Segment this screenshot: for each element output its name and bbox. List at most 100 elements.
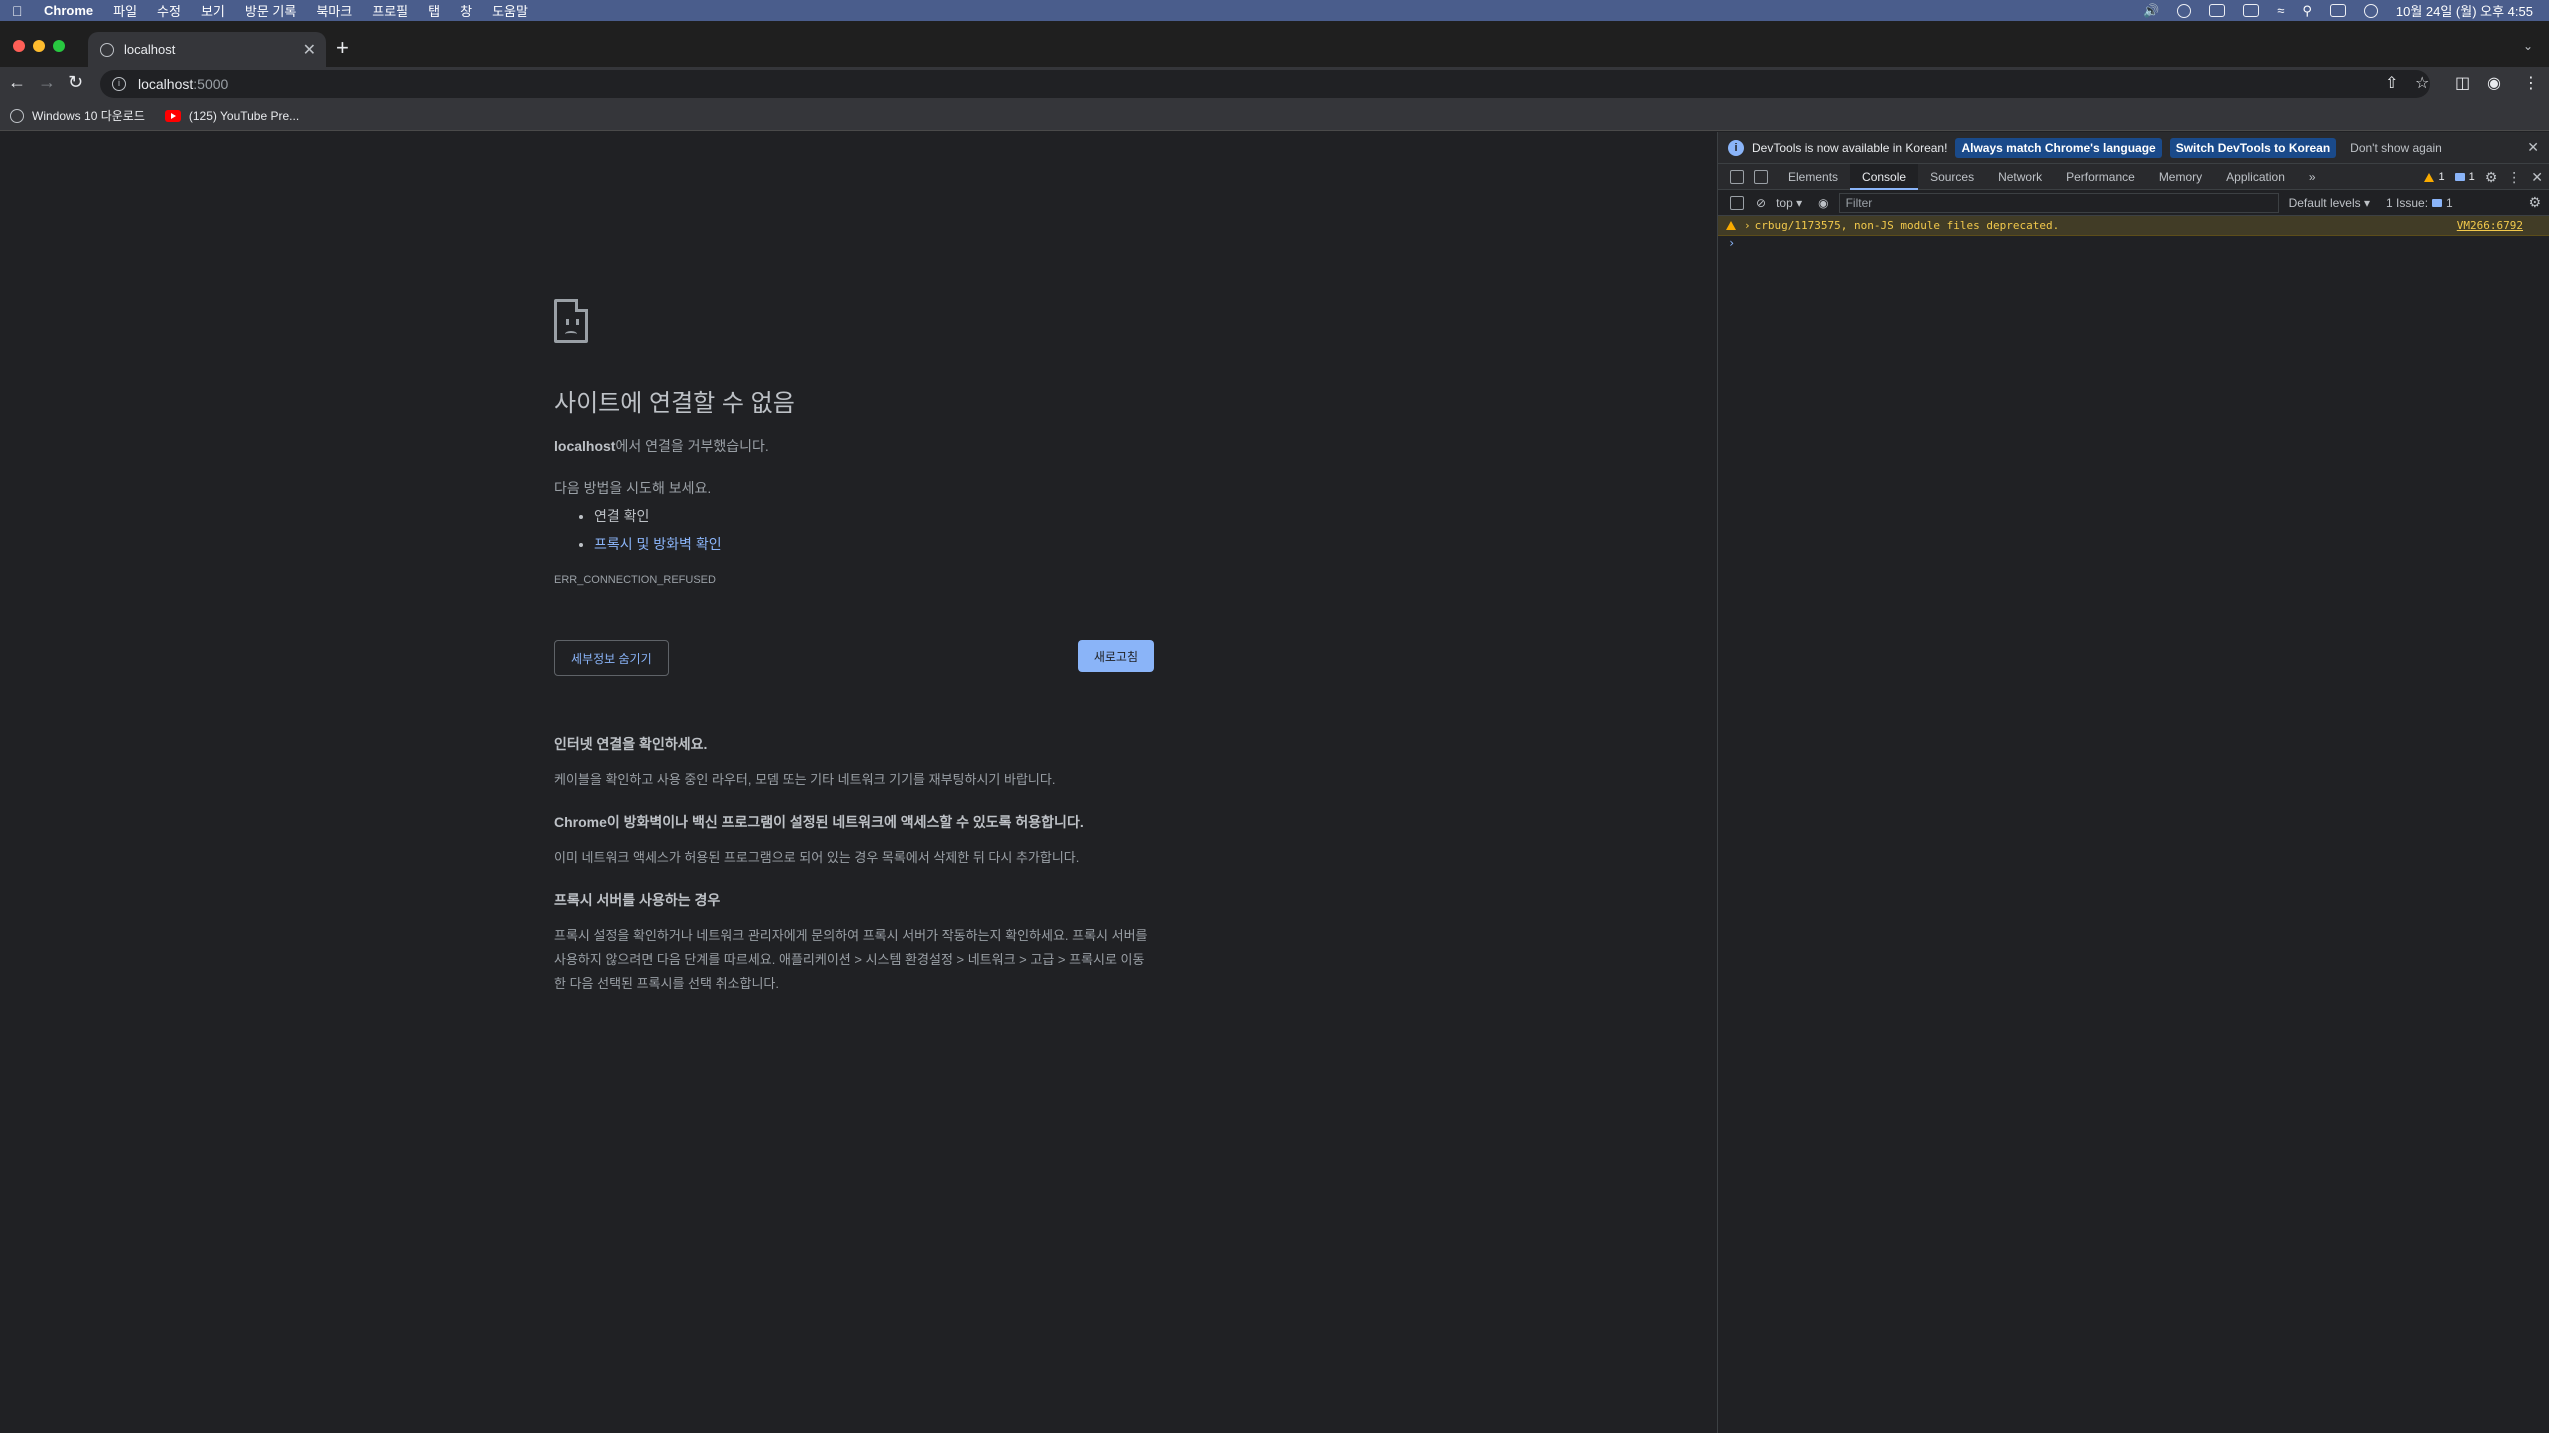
tab-sources[interactable]: Sources (1918, 164, 1986, 190)
menu-history[interactable]: 방문 기록 (245, 1, 296, 20)
suggestions-heading: 다음 방법을 시도해 보세요. (554, 480, 712, 496)
context-selector[interactable]: top ▾ (1776, 196, 1802, 210)
tab-search-chevron-icon[interactable]: ⌄ (2523, 39, 2533, 53)
inspect-element-icon[interactable] (1730, 169, 1744, 184)
match-language-button[interactable]: Always match Chrome's language (1955, 137, 2162, 158)
log-levels-dropdown[interactable]: Default levels ▾ (2289, 196, 2370, 210)
tab-close-icon[interactable]: ✕ (303, 40, 316, 60)
switch-to-korean-button[interactable]: Switch DevTools to Korean (2169, 137, 2337, 158)
address-port: :5000 (193, 76, 229, 92)
devtools-panel: i DevTools is now available in Korean! A… (1717, 132, 2549, 1433)
warn-count: 1 (2438, 171, 2445, 183)
detail-check-internet: 인터넷 연결을 확인하세요. 케이블을 확인하고 사용 중인 라우터, 모뎀 또… (554, 734, 1154, 792)
control-center-icon[interactable] (2329, 4, 2346, 17)
bookmarks-bar: Windows 10 다운로드 (125) YouTube Pre... (0, 101, 2549, 131)
console-prompt[interactable]: › (1718, 236, 2549, 256)
proxy-firewall-link[interactable]: 프록시 및 방화벽 확인 (594, 536, 722, 552)
tab-performance[interactable]: Performance (2054, 164, 2147, 190)
settings-gear-icon[interactable]: ⚙ (2485, 169, 2498, 186)
tab-title: localhost (124, 42, 176, 57)
error-content: 사이트에 연결할 수 없음 localhost에서 연결을 거부했습니다. 다음… (554, 299, 1154, 996)
error-description: localhost에서 연결을 거부했습니다. (554, 436, 1154, 456)
clear-console-icon[interactable]: ⊘ (1756, 196, 1766, 210)
menu-view[interactable]: 보기 (201, 1, 225, 20)
wifi-icon[interactable]: ≈ (2277, 3, 2284, 18)
menu-window[interactable]: 창 (460, 1, 472, 20)
reload-icon[interactable]: ↻ (68, 72, 83, 93)
bookmark-star-icon[interactable]: ☆ (2415, 73, 2429, 93)
globe-icon (10, 108, 24, 123)
menubar-clock[interactable]: 10월 24일 (월) 오후 4:55 (2396, 1, 2533, 20)
spotlight-search-icon[interactable]: ⚲ (2302, 3, 2312, 19)
tab-application[interactable]: Application (2214, 164, 2297, 190)
window-zoom-button[interactable] (53, 40, 65, 52)
apple-menu-icon[interactable]:  (12, 3, 28, 19)
macos-menubar:  Chrome 파일 수정 보기 방문 기록 북마크 프로필 탭 창 도움말 … (0, 0, 2549, 21)
devtools-tabs: Elements Console Sources Network Perform… (1718, 163, 2549, 190)
messages-badge[interactable]: 1 (2454, 171, 2475, 183)
kebab-menu-icon[interactable]: ⋮ (2507, 169, 2521, 186)
menu-profiles[interactable]: 프로필 (372, 1, 408, 20)
warnings-badge[interactable]: 1 (2424, 171, 2445, 183)
hide-details-button[interactable]: 세부정보 숨기기 (554, 640, 669, 676)
close-devtools-icon[interactable]: ✕ (2531, 169, 2543, 186)
volume-icon[interactable]: 🔊 (2143, 3, 2159, 19)
warning-source-link[interactable]: VM266:6792 (2457, 219, 2523, 232)
menu-tab[interactable]: 탭 (428, 1, 440, 20)
tab-memory[interactable]: Memory (2147, 164, 2214, 190)
suggestion-proxy-firewall: 프록시 및 방화벽 확인 (594, 534, 1154, 554)
close-icon[interactable]: ✕ (2527, 139, 2539, 156)
detail-heading: 프록시 서버를 사용하는 경우 (554, 892, 721, 908)
menu-app-chrome[interactable]: Chrome (44, 3, 93, 18)
menu-file[interactable]: 파일 (113, 1, 137, 20)
battery-icon[interactable] (2243, 4, 2260, 17)
error-title: 사이트에 연결할 수 없음 (554, 390, 795, 417)
icon-eye-right (576, 319, 579, 325)
device-toolbar-icon[interactable] (1754, 169, 1768, 184)
side-panel-icon[interactable]: ◫ (2455, 73, 2470, 93)
site-info-icon[interactable]: i (112, 77, 126, 91)
icon-eye-left (566, 319, 569, 325)
siri-icon[interactable] (2363, 3, 2378, 18)
profile-avatar-icon[interactable]: ◉ (2487, 73, 2501, 93)
browser-tab-localhost[interactable]: localhost ✕ (88, 32, 326, 67)
forward-button[interactable]: → (38, 72, 56, 93)
play-icon[interactable] (2177, 3, 2192, 18)
back-button[interactable]: ← (8, 72, 26, 93)
bookmark-windows10[interactable]: Windows 10 다운로드 (10, 107, 145, 124)
detail-body: 케이블을 확인하고 사용 중인 라우터, 모뎀 또는 기타 네트워크 기기를 재… (554, 772, 1056, 787)
warning-icon (2424, 172, 2435, 182)
console-filter-input[interactable]: Filter (1838, 192, 2279, 213)
address-bar[interactable]: i localhost :5000 (100, 70, 2430, 98)
input-source-icon[interactable] (2209, 4, 2226, 17)
dont-show-again-button[interactable]: Don't show again (2344, 138, 2448, 158)
detail-body: 이미 네트워크 액세스가 허용된 프로그램으로 되어 있는 경우 목록에서 삭제… (554, 850, 1080, 865)
suggestion-check-connection: 연결 확인 (594, 506, 1154, 526)
console-warning-row[interactable]: › crbug/1173575, non-JS module files dep… (1718, 216, 2549, 236)
live-expression-eye-icon[interactable]: ◉ (1818, 196, 1828, 210)
chrome-menu-icon[interactable]: ⋮ (2523, 73, 2539, 93)
menubar-status-area: 🔊 ≈ ⚲ 10월 24일 (월) 오후 4:55 (2143, 0, 2533, 21)
issues-button[interactable]: 1 Issue: 1 (2386, 196, 2453, 210)
issues-label: 1 Issue: (2386, 195, 2429, 210)
share-icon[interactable]: ⇧ (2385, 73, 2398, 93)
page-viewport: 사이트에 연결할 수 없음 localhost에서 연결을 거부했습니다. 다음… (0, 132, 1717, 1433)
sidebar-toggle-icon[interactable] (1730, 195, 1744, 210)
tab-elements[interactable]: Elements (1776, 164, 1850, 190)
menu-edit[interactable]: 수정 (157, 1, 181, 20)
reload-button[interactable]: 새로고침 (1077, 640, 1154, 672)
message-icon (2454, 173, 2465, 181)
more-tabs-icon[interactable]: » (2297, 164, 2328, 190)
menu-help[interactable]: 도움말 (492, 1, 528, 20)
expand-chevron-icon[interactable]: › (1744, 219, 1751, 232)
window-close-button[interactable] (13, 40, 25, 52)
window-minimize-button[interactable] (33, 40, 45, 52)
tab-console[interactable]: Console (1850, 163, 1919, 190)
console-settings-gear-icon[interactable]: ⚙ (2528, 194, 2541, 211)
bookmark-youtube[interactable]: (125) YouTube Pre... (164, 109, 299, 123)
new-tab-button[interactable]: + (336, 35, 349, 61)
menu-bookmarks[interactable]: 북마크 (316, 1, 352, 20)
tab-network[interactable]: Network (1986, 164, 2054, 190)
address-host: localhost (138, 76, 194, 92)
devtools-tabs-right: 1 1 ⚙ ⋮ ✕ (2424, 164, 2543, 190)
